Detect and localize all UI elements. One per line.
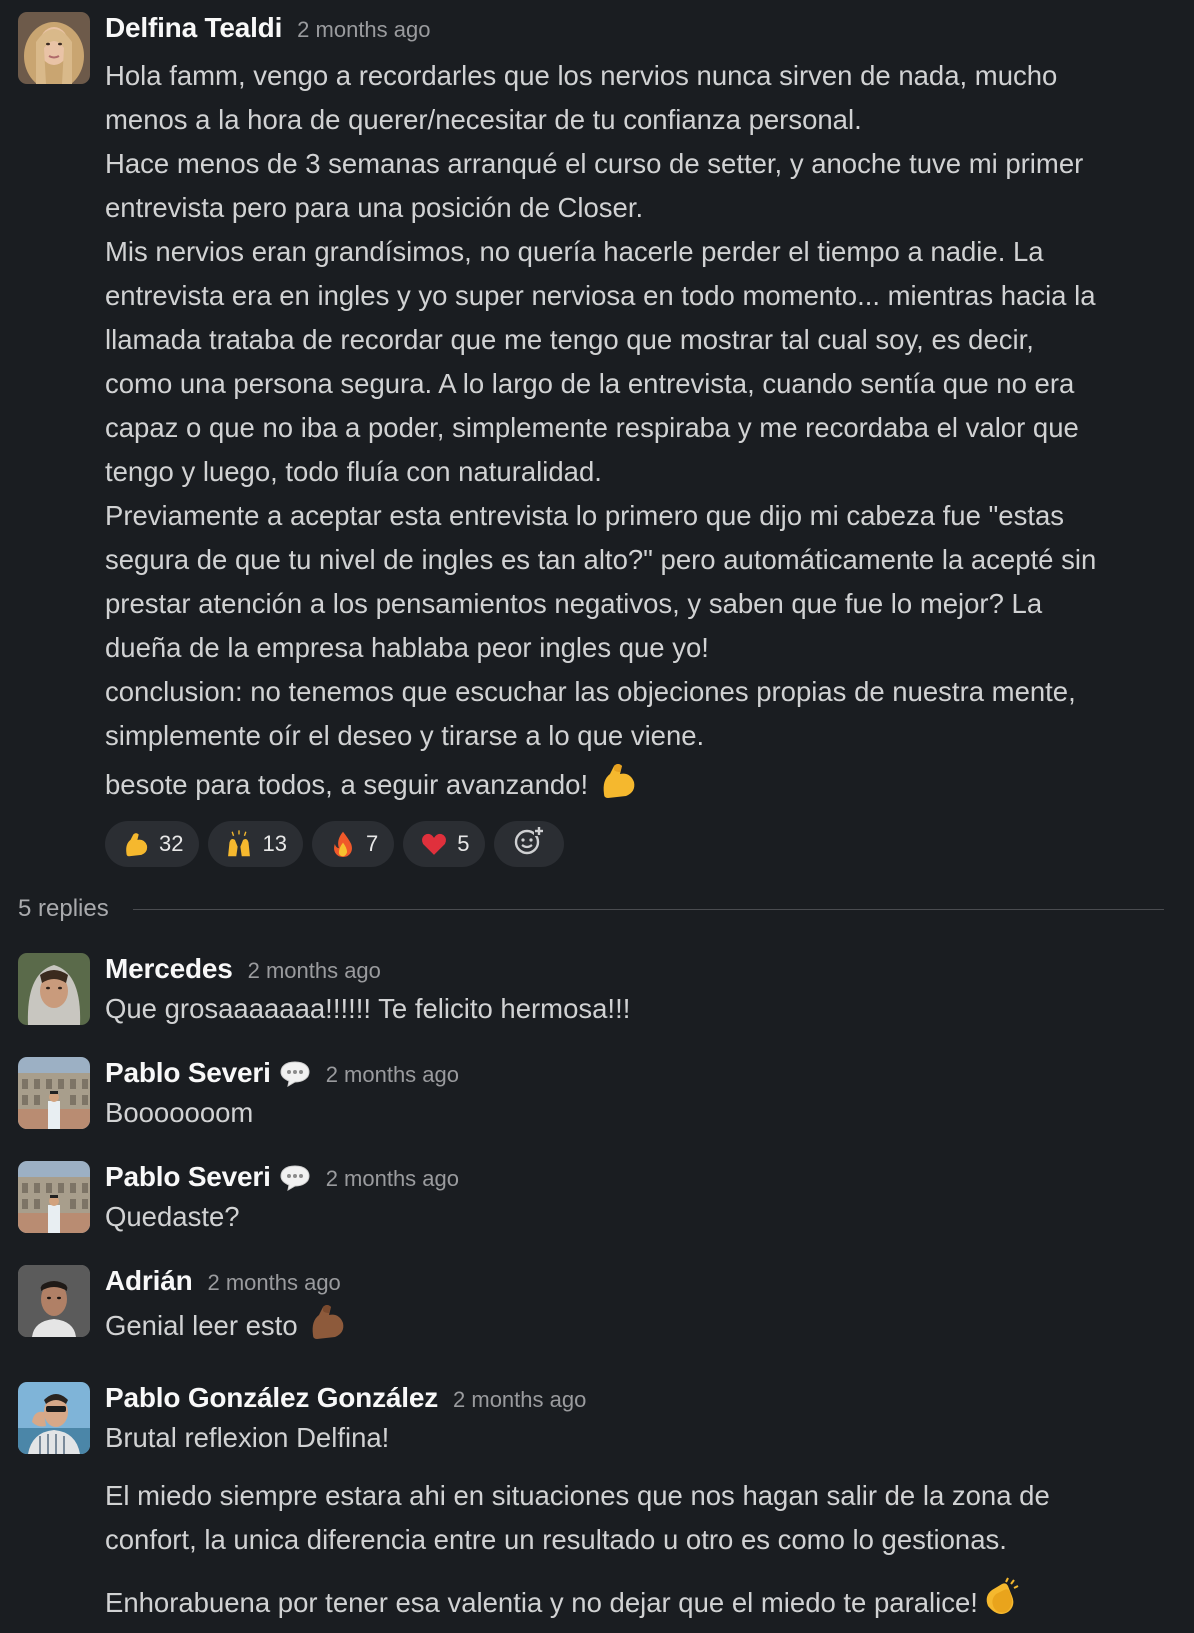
reaction-pill[interactable]: 7 (311, 821, 395, 867)
reaction-count: 5 (457, 831, 470, 856)
message-line: capaz o que no iba a poder, simplemente … (105, 412, 1079, 443)
message-line: segura de que tu nivel de ingles es tan … (105, 544, 1097, 575)
avatar[interactable] (18, 953, 90, 1025)
reaction-count: 7 (365, 831, 379, 856)
timestamp[interactable]: 2 months ago (326, 1062, 459, 1088)
reaction-pill[interactable]: 13 (208, 821, 303, 867)
message-paragraph: El miedo siempre estara ahi en situacion… (105, 1474, 1164, 1562)
author-name[interactable]: Pablo González González (105, 1382, 438, 1414)
avatar-image (18, 1057, 90, 1129)
reaction-count: 32 (159, 831, 184, 856)
timestamp[interactable]: 2 months ago (207, 1270, 340, 1296)
divider-line (132, 908, 1164, 910)
reply-message: Mercedes 2 months ago Que grosaaaaaaa!!!… (18, 953, 1164, 1031)
author-name[interactable]: Pablo Severi (105, 1161, 271, 1193)
message-line: tengo y luego, todo fluía con naturalida… (105, 456, 602, 487)
speech-bubble-icon (279, 1164, 311, 1192)
reaction-pill[interactable]: 32 (105, 821, 200, 867)
parent-message: Delfina Tealdi 2 months ago Hola famm, v… (18, 12, 1164, 867)
message-line: Enhorabuena por tener esa valentia y no … (105, 1587, 978, 1618)
message-text: Quedaste? (105, 1201, 240, 1232)
thread-view: Delfina Tealdi 2 months ago Hola famm, v… (0, 0, 1194, 1633)
author-name[interactable]: Pablo Severi (105, 1057, 271, 1089)
message-line: como una persona segura. A lo largo de l… (105, 368, 1075, 399)
reply-message: Pablo Severi 2 months ago Booooooom (18, 1057, 1164, 1135)
raising-hands-icon (224, 829, 254, 859)
red-heart-icon (419, 829, 449, 859)
message-line: Hola famm, vengo a recordarles que los n… (105, 60, 1058, 91)
message-text: Brutal reflexion Delfina! (105, 1422, 390, 1453)
add-reaction-icon (512, 824, 546, 864)
avatar-image (18, 1382, 90, 1454)
replies-count[interactable]: 5 replies (18, 895, 109, 923)
message-text: Genial leer esto (105, 1299, 1164, 1356)
flexed-biceps-icon (121, 829, 151, 859)
avatar[interactable] (18, 1057, 90, 1129)
author-name[interactable]: Mercedes (105, 953, 233, 985)
message-line: Previamente a aceptar esta entrevista lo… (105, 500, 1065, 531)
reaction-pill[interactable]: 5 (403, 821, 486, 867)
timestamp[interactable]: 2 months ago (248, 958, 381, 984)
message-text: Booooooom (105, 1097, 254, 1128)
avatar[interactable] (18, 1265, 90, 1337)
reply-message: Pablo González González 2 months ago Bru… (18, 1382, 1164, 1633)
flexed-biceps-medium-dark-icon (305, 1299, 349, 1356)
message-line: Mis nervios eran grandísimos, no quería … (105, 236, 1044, 267)
speech-bubble-icon (279, 1060, 311, 1088)
reaction-count: 13 (262, 831, 287, 856)
message-line: simplemente oír el deseo y tirarse a lo … (105, 720, 705, 751)
message-line: El miedo siempre estara ahi en situacion… (105, 1480, 1050, 1511)
author-name[interactable]: Delfina Tealdi (105, 12, 282, 44)
message-line: conclusion: no tenemos que escuchar las … (105, 676, 1076, 707)
message-line: confort, la unica diferencia entre un re… (105, 1524, 1007, 1555)
avatar[interactable] (18, 1382, 90, 1454)
message-line: entrevista pero para una posición de Clo… (105, 192, 644, 223)
timestamp[interactable]: 2 months ago (453, 1387, 586, 1413)
fire-icon (328, 829, 358, 859)
reactions-bar: 32 13 7 5 (105, 821, 1164, 867)
clapping-hands-icon (978, 1576, 1022, 1633)
avatar-image (18, 953, 90, 1025)
message-paragraph: Enhorabuena por tener esa valentia y no … (105, 1576, 1164, 1633)
message-line: dueña de la empresa hablaba peor ingles … (105, 632, 709, 663)
message-line: Hace menos de 3 semanas arranqué el curs… (105, 148, 1084, 179)
avatar-image (18, 1265, 90, 1337)
avatar-image (18, 1161, 90, 1233)
message-line: entrevista era en ingles y yo super nerv… (105, 280, 1096, 311)
avatar[interactable] (18, 1161, 90, 1233)
avatar-image (18, 12, 90, 84)
flexed-biceps-icon (596, 758, 640, 815)
message-line: llamada trataba de recordar que me tengo… (105, 324, 1034, 355)
message-line: prestar atención a los pensamientos nega… (105, 588, 1043, 619)
message-text: Hola famm, vengo a recordarles que los n… (105, 54, 1164, 815)
message-line: menos a la hora de querer/necesitar de t… (105, 104, 862, 135)
author-name[interactable]: Adrián (105, 1265, 193, 1297)
message-text-content: Genial leer esto (105, 1310, 298, 1341)
replies-divider: 5 replies (18, 891, 1164, 927)
reply-message: Adrián 2 months ago Genial leer esto (18, 1265, 1164, 1356)
message-text: Que grosaaaaaaa!!!!!! Te felicito hermos… (105, 993, 631, 1024)
timestamp[interactable]: 2 months ago (326, 1166, 459, 1192)
timestamp[interactable]: 2 months ago (297, 17, 430, 43)
message-last-line: besote para todos, a seguir avanzando! (105, 769, 589, 800)
add-reaction-button[interactable] (494, 821, 565, 867)
avatar[interactable] (18, 12, 90, 84)
reply-message: Pablo Severi 2 months ago Quedaste? (18, 1161, 1164, 1239)
